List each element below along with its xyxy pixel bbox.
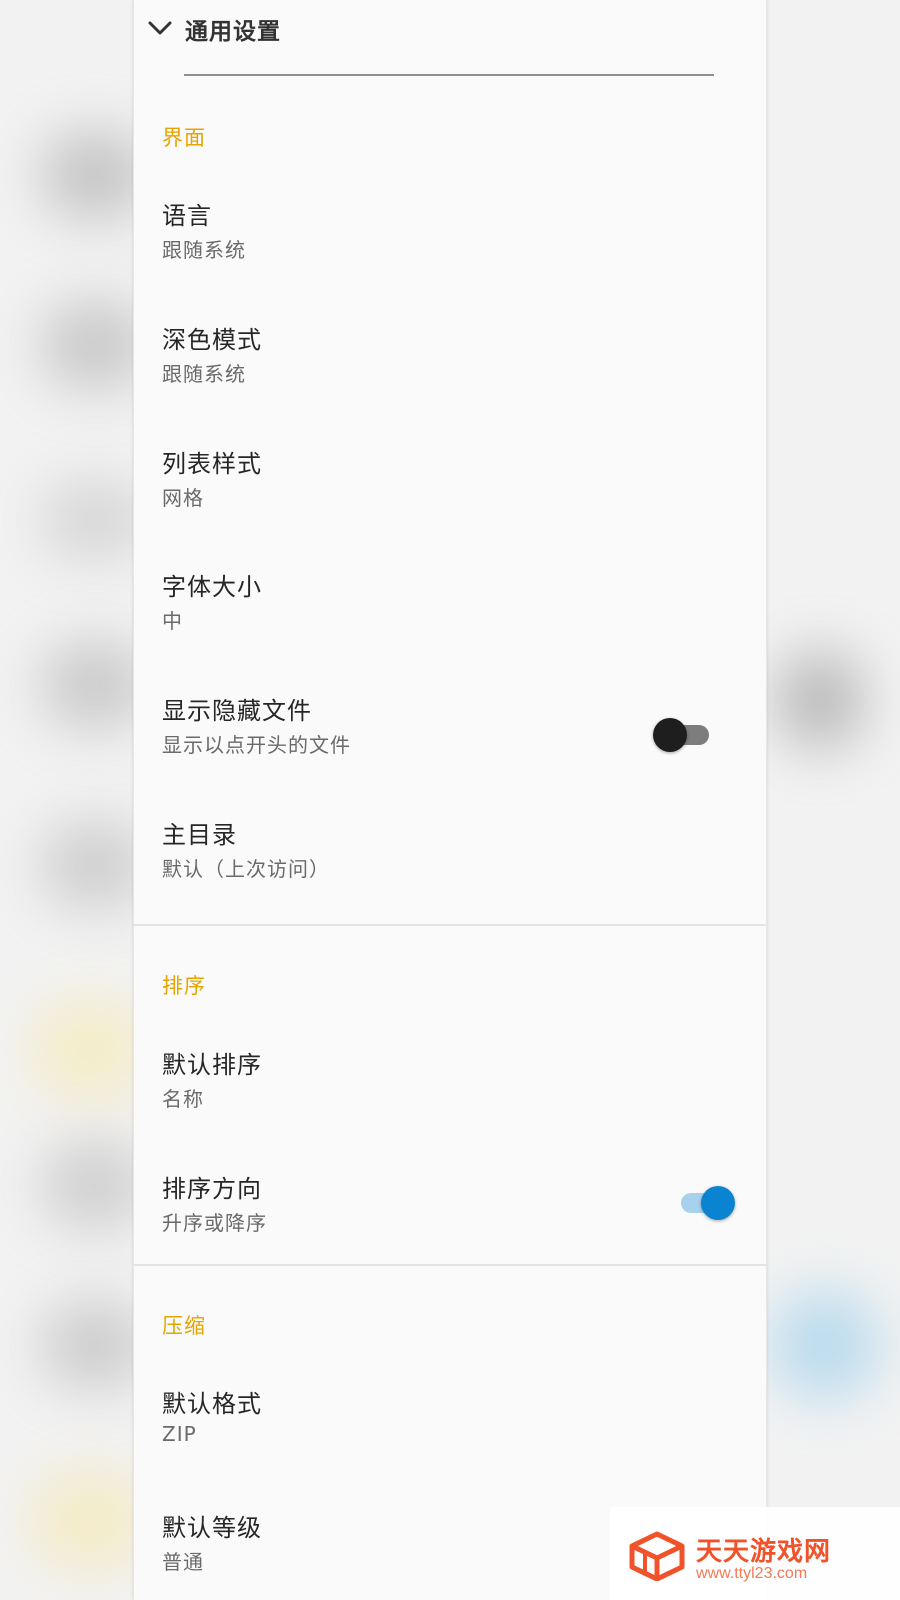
section-title-sort: 排序 [162,974,206,998]
toggle-knob [653,718,687,752]
setting-default-format[interactable]: 默认格式 ZIP [134,1384,766,1494]
setting-home-directory[interactable]: 主目录 默认（上次访问） [134,815,766,925]
setting-title: 列表样式 [162,450,262,478]
section-title-compression: 压缩 [162,1314,206,1338]
setting-value: ZIP [162,1422,197,1446]
background-blur [770,1290,880,1400]
settings-header[interactable]: 通用设置 [134,0,766,56]
setting-list-style[interactable]: 列表样式 网格 [134,444,766,554]
background-blur [775,650,865,750]
setting-title: 语言 [162,202,212,230]
setting-title: 字体大小 [162,573,262,601]
cube-logo-icon [629,1531,685,1581]
setting-value: 中 [162,609,183,633]
setting-title: 默认格式 [162,1390,262,1418]
section-title-interface: 界面 [162,126,206,150]
setting-value: 网格 [162,486,204,510]
setting-description: 升序或降序 [162,1211,267,1235]
watermark-url: www.ttyl23.com [696,1565,808,1582]
chevron-down-icon[interactable] [146,14,174,42]
setting-language[interactable]: 语言 跟随系统 [134,196,766,306]
setting-sort-direction[interactable]: 排序方向 升序或降序 [134,1169,766,1279]
show-hidden-files-toggle[interactable] [653,714,713,754]
screen: 通用设置 界面 语言 跟随系统 深色模式 跟随系统 列表样式 网格 字体大小 中… [0,0,900,1600]
page-title: 通用设置 [185,19,281,45]
setting-title: 显示隐藏文件 [162,697,312,725]
setting-value: 跟随系统 [162,238,246,262]
background-blur [30,1470,150,1570]
setting-title: 排序方向 [162,1175,262,1203]
header-underline [184,74,714,76]
section-divider [134,1264,766,1266]
toggle-knob [701,1186,735,1220]
background-blur [30,1000,150,1100]
setting-value: 普通 [162,1550,204,1574]
watermark-site-name: 天天游戏网 [696,1537,832,1567]
setting-font-size[interactable]: 字体大小 中 [134,567,766,677]
setting-description: 显示以点开头的文件 [162,733,351,757]
setting-value: 名称 [162,1087,204,1111]
setting-title: 深色模式 [162,326,262,354]
setting-dark-mode[interactable]: 深色模式 跟随系统 [134,320,766,430]
settings-panel: 通用设置 界面 语言 跟随系统 深色模式 跟随系统 列表样式 网格 字体大小 中… [133,0,767,1600]
setting-title: 默认排序 [162,1051,262,1079]
site-watermark: 天天游戏网 www.ttyl23.com [610,1507,900,1600]
section-divider [134,924,766,926]
setting-value: 默认（上次访问） [162,857,330,881]
setting-value: 跟随系统 [162,362,246,386]
sort-direction-toggle[interactable] [675,1182,735,1222]
setting-default-sort[interactable]: 默认排序 名称 [134,1045,766,1155]
setting-title: 默认等级 [162,1514,262,1542]
setting-title: 主目录 [162,821,237,849]
